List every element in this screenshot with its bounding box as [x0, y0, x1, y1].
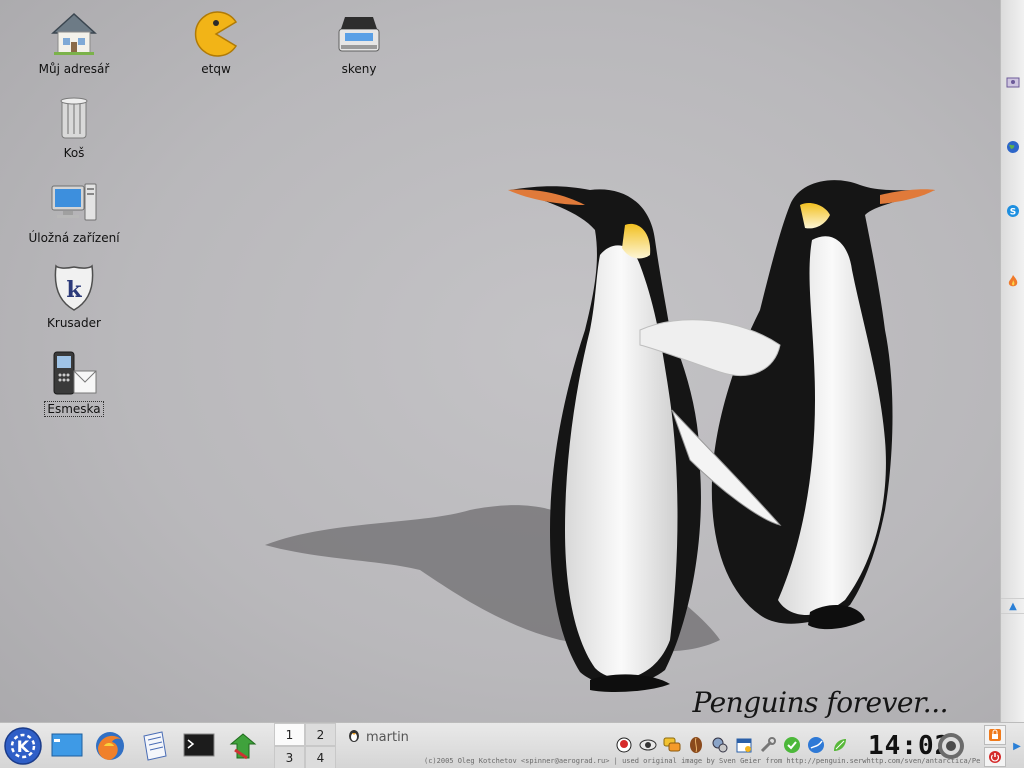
network-icon[interactable] — [1004, 73, 1022, 91]
desktop-icon-skeny[interactable]: skeny — [309, 8, 409, 76]
pager-desktop-1[interactable]: 1 — [274, 723, 305, 746]
pager-desktop-2[interactable]: 2 — [305, 723, 336, 746]
desktop-icon-label: Můj adresář — [38, 62, 110, 76]
pager-desktop-4[interactable]: 4 — [305, 746, 336, 768]
user-name: martin — [366, 729, 409, 745]
desktop-icon-etqw[interactable]: etqw — [166, 8, 266, 76]
side-panel: S ▲ — [1000, 0, 1024, 722]
desktop-icon-label: Esmeska — [44, 401, 104, 417]
leaf-icon[interactable] — [830, 735, 850, 755]
system-tray — [614, 735, 850, 755]
coffee-icon[interactable] — [686, 735, 706, 755]
desktop-icon-label: skeny — [341, 62, 377, 76]
scanner-icon — [333, 8, 385, 60]
trash-icon — [48, 92, 100, 144]
svg-text:S: S — [1010, 208, 1016, 218]
eye-icon[interactable] — [638, 735, 658, 755]
wallpaper-credit: (c)2005 Oleg Kotchetov <spinner@aerograd… — [424, 757, 980, 765]
svg-text:k: k — [66, 277, 82, 303]
desktop-icon-home[interactable]: Můj adresář — [24, 8, 124, 76]
gadu-icon[interactable] — [614, 735, 634, 755]
desktop-icon[interactable] — [48, 727, 86, 765]
computer-icon — [48, 177, 100, 229]
lock-screen-icon[interactable] — [984, 725, 1006, 745]
kde-menu-icon[interactable]: K — [2, 727, 44, 765]
network-manager-icon[interactable] — [710, 735, 730, 755]
desktop-pager: 1 2 3 4 — [274, 723, 336, 768]
wallpaper-caption: Penguins forever... — [692, 686, 949, 719]
desktop-icon-storage[interactable]: Úložná zařízení — [24, 177, 124, 245]
calendar-icon[interactable] — [734, 735, 754, 755]
desktop-icon-label: etqw — [201, 62, 231, 76]
desktop-icon-esmeska[interactable]: Esmeska — [24, 347, 124, 417]
session-buttons — [984, 725, 1008, 767]
svg-text:K: K — [17, 737, 30, 756]
flame-icon[interactable] — [1004, 272, 1022, 290]
check-icon[interactable] — [782, 735, 802, 755]
firefox-icon[interactable] — [91, 727, 129, 765]
editor-icon[interactable] — [136, 727, 174, 765]
globe-icon[interactable] — [1004, 138, 1022, 156]
desktop-icon-trash[interactable]: Koš — [24, 92, 124, 160]
phone-sms-icon — [48, 347, 100, 399]
desktop-icon-label: Koš — [63, 146, 85, 160]
globe-tray-icon[interactable] — [806, 735, 826, 755]
desktop-icon-krusader[interactable]: k Krusader — [24, 262, 124, 330]
tools-icon[interactable] — [758, 735, 778, 755]
chat-icon[interactable] — [662, 735, 682, 755]
side-panel-collapse-arrow[interactable]: ▲ — [1001, 598, 1024, 614]
taskbar-hide-arrow[interactable]: ▶ — [1010, 737, 1024, 755]
terminal-icon[interactable] — [180, 727, 218, 765]
home-folder-icon — [48, 8, 100, 60]
user-penguin-icon — [346, 727, 362, 747]
wallpaper-penguins — [265, 180, 935, 692]
desktop-icon-label: Krusader — [47, 316, 101, 330]
logout-icon[interactable] — [984, 747, 1006, 767]
skype-icon[interactable]: S — [1004, 202, 1022, 220]
desktop-icon-label: Úložná zařízení — [28, 231, 120, 245]
krusader-icon: k — [48, 262, 100, 314]
pacman-icon — [190, 8, 242, 60]
pager-desktop-3[interactable]: 3 — [274, 746, 305, 768]
update-icon[interactable] — [224, 727, 262, 765]
taskbar-user[interactable]: martin — [346, 727, 409, 747]
